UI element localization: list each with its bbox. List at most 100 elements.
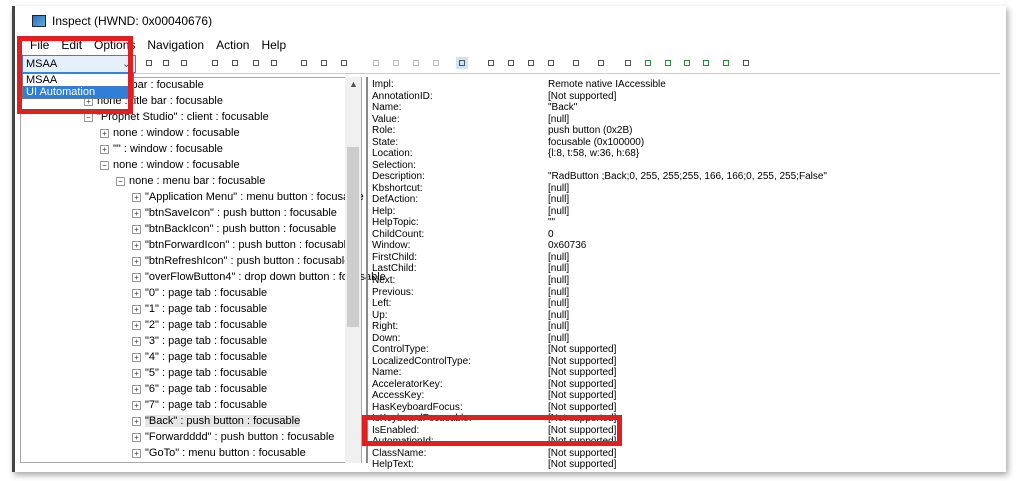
expand-icon[interactable]: + (132, 224, 141, 234)
expand-icon[interactable]: + (100, 128, 109, 138)
expand-icon[interactable]: + (132, 320, 141, 330)
property-row: Up: [null] (372, 310, 972, 322)
property-name: AcceleratorKey: (372, 378, 443, 390)
tree-item[interactable]: + "GoTo" : menu button : focusable (132, 446, 306, 461)
tree-item[interactable]: + "" : window : focusable (100, 142, 223, 157)
parent-icon[interactable] (485, 57, 497, 69)
tree-item[interactable]: − none : window : focusable (100, 158, 240, 173)
watch-tooltip-icon[interactable] (720, 57, 732, 69)
property-value: [null] (548, 205, 570, 217)
last-child-icon[interactable] (570, 57, 582, 69)
property-name: ClassName: (372, 447, 427, 459)
expand-icon[interactable]: + (132, 288, 141, 298)
expand-icon[interactable]: + (100, 144, 109, 154)
tree-item-label: "3" : page tab : focusable (145, 335, 268, 347)
expand-icon[interactable]: + (132, 256, 141, 266)
watch-tracking-icon[interactable] (700, 57, 712, 69)
tree-item[interactable]: + "btnSaveIcon" : push button : focusable (132, 206, 337, 221)
expand-icon[interactable]: + (132, 432, 141, 442)
expand-icon[interactable]: + (132, 336, 141, 346)
property-row: Kbshortcut: [null] (372, 183, 972, 195)
rect-icon[interactable] (209, 57, 221, 69)
tree-item[interactable]: + "2" : page tab : focusable (132, 318, 267, 333)
highlight-icon[interactable] (338, 57, 350, 69)
tree-item[interactable]: + "7" : page tab : focusable (132, 398, 267, 413)
tree-item[interactable]: − none : menu bar : focusable (116, 174, 265, 189)
tree-item[interactable]: + "Forwardddd" : push button : focusable (132, 430, 334, 445)
tree-item[interactable]: + "5" : page tab : focusable (132, 366, 267, 381)
expand-icon[interactable]: + (132, 240, 141, 250)
property-name: Kbshortcut: (372, 182, 423, 194)
property-name: Selection: (372, 159, 416, 171)
tree-view-icon[interactable] (456, 57, 468, 69)
property-row: Help: [null] (372, 206, 972, 218)
watch-cursor-icon[interactable] (642, 57, 654, 69)
tree-item-label: none : window : focusable (113, 127, 240, 139)
arrow-up-icon[interactable] (390, 57, 402, 69)
property-row: Down: [null] (372, 333, 972, 345)
watch-caret-icon[interactable] (681, 57, 693, 69)
tree-item-label: "4" : page tab : focusable (145, 351, 268, 363)
scroll-up-icon[interactable]: ▲ (349, 79, 358, 89)
pointer-icon[interactable] (250, 57, 262, 69)
expand-icon[interactable]: + (132, 416, 141, 426)
menu-navigation[interactable]: Navigation (147, 38, 204, 52)
focus-icon[interactable] (298, 57, 310, 69)
menu-help[interactable]: Help (261, 38, 286, 52)
expand-icon[interactable]: + (132, 448, 141, 458)
action-icon[interactable] (622, 57, 634, 69)
property-row: LocalizedControlType: [Not supported] (372, 356, 972, 368)
expand-icon[interactable]: + (132, 208, 141, 218)
properties-icon[interactable] (178, 57, 190, 69)
property-value: [null] (548, 332, 570, 344)
window-title: Inspect (HWND: 0x00040676) (52, 14, 213, 28)
expand-icon[interactable]: + (132, 384, 141, 394)
tree-item[interactable]: + "3" : page tab : focusable (132, 334, 267, 349)
property-name: LocalizedControlType: (372, 355, 471, 367)
tree-item[interactable]: + "btnForwardIcon" : push button : focusa… (132, 238, 352, 253)
tree-item[interactable]: + "btnRefreshIcon" : push button : focusa… (132, 254, 350, 269)
tree-item[interactable]: + "btnBackIcon" : push button : focusable (132, 222, 336, 237)
tree-item[interactable]: + "6" : page tab : focusable (132, 382, 267, 397)
refresh-icon[interactable] (740, 57, 752, 69)
expand-icon[interactable]: + (132, 352, 141, 362)
first-child-icon[interactable] (505, 57, 517, 69)
hover-icon[interactable] (268, 57, 280, 69)
tree-item[interactable]: + "Application Menu" : menu button : focu… (132, 190, 364, 205)
title-bar: Inspect (HWND: 0x00040676) (32, 14, 212, 28)
tree-item[interactable]: + "1" : page tab : focusable (132, 302, 267, 317)
tree-scrollbar-thumb[interactable] (347, 147, 359, 327)
tree-item[interactable]: + "Back" : push button : focusable (132, 414, 301, 429)
tree-icon[interactable] (318, 57, 330, 69)
property-row: Name: [Not supported] (372, 367, 972, 379)
arrow-down-icon[interactable] (410, 57, 422, 69)
caret-icon[interactable] (229, 57, 241, 69)
collapse-icon[interactable]: − (116, 176, 125, 186)
tree-item[interactable]: + none : window : focusable (100, 126, 240, 141)
expand-icon[interactable]: + (132, 368, 141, 378)
arrow-right-icon[interactable] (430, 57, 442, 69)
ancestors-icon[interactable] (595, 57, 607, 69)
tree-item[interactable]: + "4" : page tab : focusable (132, 350, 267, 365)
copy-icon[interactable] (143, 57, 155, 69)
tree-item-label: "btnRefreshIcon" : push button : focusab… (145, 255, 351, 267)
next-sibling-icon[interactable] (545, 57, 557, 69)
property-row: Role: push button (0x2B) (372, 125, 972, 137)
tree-item[interactable]: + "0" : page tab : focusable (132, 286, 267, 301)
arrow-left-icon[interactable] (370, 57, 382, 69)
menu-action[interactable]: Action (216, 38, 249, 52)
expand-icon[interactable]: + (132, 400, 141, 410)
copy-all-icon[interactable] (160, 57, 172, 69)
property-value: [null] (548, 182, 570, 194)
expand-icon[interactable]: + (132, 192, 141, 202)
property-row: Left: [null] (372, 298, 972, 310)
property-value: [Not supported] (548, 401, 617, 413)
tree-item-label: "btnSaveIcon" : push button : focusable (145, 207, 337, 219)
property-name: ChildCount: (372, 228, 425, 240)
highlight-box-mode-select (17, 36, 133, 114)
prev-sibling-icon[interactable] (525, 57, 537, 69)
expand-icon[interactable]: + (132, 272, 141, 282)
expand-icon[interactable]: + (132, 304, 141, 314)
collapse-icon[interactable]: − (100, 160, 109, 170)
watch-focus-icon[interactable] (662, 57, 674, 69)
